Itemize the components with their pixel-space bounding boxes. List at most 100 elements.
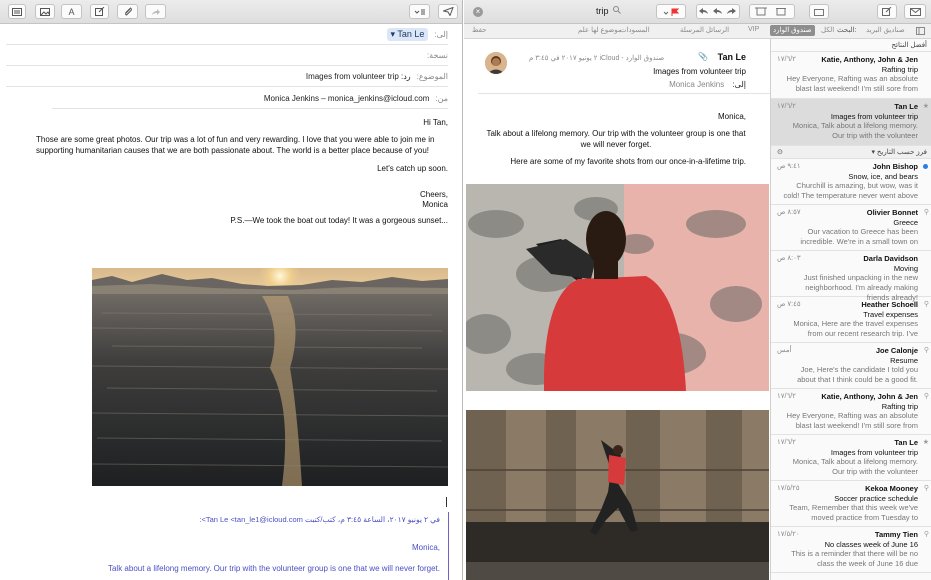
fav-sent[interactable]: الرسائل المرسلة <box>680 26 729 34</box>
message-list: أفضل النتائج Katie, Anthony, John & Jen ١٧… <box>770 39 931 580</box>
header-fields-button[interactable] <box>409 4 430 19</box>
sender-avatar <box>485 52 507 74</box>
viewer-toolbar: × trip <box>464 0 931 24</box>
quote-greeting: Monica, <box>411 543 440 552</box>
message-subject: Images from volunteer trip <box>830 448 918 457</box>
sidebar-icon[interactable] <box>916 27 925 35</box>
message-subject: Soccer practice schedule <box>834 494 918 503</box>
header-fields-menu-icon <box>414 9 425 14</box>
search-text: trip <box>596 6 609 16</box>
archive-delete-group[interactable] <box>749 4 795 19</box>
search-field[interactable]: trip <box>596 6 621 16</box>
message-preview: Our vacation to Greece has been incredib… <box>800 227 918 246</box>
message-subject: Moving <box>893 264 918 273</box>
paperclip-icon: ⚲ <box>923 209 929 216</box>
top-hit-item[interactable]: Katie, Anthony, John & Jen ١٧/٦/٢ Rafting … <box>771 52 931 99</box>
photo-browser-button[interactable] <box>35 4 55 19</box>
paperclip-icon: ★ <box>922 103 929 110</box>
message-reader: Tan Le صندوق الوارد - iCloud ٢ يونيو ٢٠١… <box>464 39 770 580</box>
paper-plane-icon <box>442 7 454 16</box>
reader-to-row: إلى: Monica Jenkins <box>669 80 746 89</box>
photo-icon <box>40 7 50 16</box>
photo-dancer <box>466 410 769 580</box>
message-subject: Travel expenses <box>863 310 918 319</box>
body-ps: P.S.—We took the boat out today! It was … <box>230 216 448 225</box>
cc-row[interactable]: نسخة: <box>6 45 448 66</box>
recipient-name: Tan Le <box>397 28 425 39</box>
cc-label: نسخة: <box>426 50 448 60</box>
fav-mailboxes[interactable]: صناديق البريد <box>866 26 905 34</box>
send-button[interactable] <box>438 4 458 19</box>
from-field[interactable]: Monica Jenkins – monica_jenkins@icloud.c… <box>264 94 430 103</box>
clear-search-icon[interactable]: × <box>473 7 483 17</box>
show-sidebar-button[interactable] <box>8 4 26 19</box>
list-item[interactable]: ⚲ Olivier Bonnet ٨:٥٧ ص Greece Our vacation … <box>771 205 931 251</box>
filter-icon[interactable]: ⊙ <box>777 146 783 159</box>
message-preview: This is a reminder that there will be no… <box>791 549 918 568</box>
attach-button[interactable] <box>117 4 138 19</box>
subject-field[interactable]: رد: Images from volunteer trip <box>306 72 411 81</box>
markup-icon <box>94 7 104 16</box>
message-preview: Joe, Here's the candidate I told you abo… <box>797 365 918 384</box>
reader-to-value: Monica Jenkins <box>669 80 725 89</box>
sunset-photo <box>92 268 448 486</box>
search-icon <box>613 6 621 14</box>
forward-button[interactable] <box>145 4 166 19</box>
message-date: ١٧/٦/٢ <box>777 56 796 63</box>
fav-flagged[interactable]: موضوع لها علم <box>578 26 622 34</box>
message-date: ٨:٠٣ ص <box>777 255 801 262</box>
top-hit-item[interactable]: ★ Tan Le ١٧/٦/٢ Images from volunteer trip M… <box>771 99 931 146</box>
subject-row[interactable]: الموضوع: رد: Images from volunteer trip <box>6 66 448 87</box>
reader-greeting: Monica, <box>717 112 746 121</box>
message-subject: No classes week of June 16 <box>824 540 918 549</box>
list-item[interactable]: ⚲ Joe Calonje أمس Resume Joe, Here's the can… <box>771 343 931 389</box>
message-sender: Katie, Anthony, John & Jen <box>821 55 918 64</box>
list-item[interactable]: Darla Davidson ٨:٠٣ ص Moving Just finished … <box>771 251 931 302</box>
format-button[interactable]: A <box>61 4 82 19</box>
message-date: ١٧/٦/٢ <box>777 103 796 110</box>
fav-vip[interactable]: VIP <box>748 26 759 33</box>
fav-drafts[interactable]: المسودات <box>620 26 650 34</box>
save-search-button[interactable]: حفظ <box>472 26 487 34</box>
list-item[interactable]: ⚲ Kekoa Mooney ١٧/٥/٢٥ Soccer practice sche… <box>771 481 931 527</box>
message-subject: Images from volunteer trip <box>830 112 918 121</box>
paperclip-icon <box>124 6 132 16</box>
junk-button[interactable] <box>809 4 829 19</box>
message-date: ٨:٥٧ ص <box>777 209 801 216</box>
list-item[interactable]: ★ Tan Le ١٧/٦/٢ Images from volunteer trip M… <box>771 435 931 481</box>
reader-to-label: إلى: <box>732 80 746 89</box>
format-label: A <box>68 6 75 17</box>
list-item[interactable]: ⚲ Tammy Tien ١٧/٥/٢٠ No classes week of Jun… <box>771 527 931 573</box>
message-date: ٩:٤١ ص <box>777 163 801 170</box>
compose-button[interactable] <box>877 4 897 19</box>
flag-icon <box>663 8 679 16</box>
message-preview: Hey Everyone, Rafting was an absolute bl… <box>786 411 918 430</box>
list-item[interactable]: John Bishop ٩:٤١ ص Snow, ice, and bears Chu… <box>771 159 931 205</box>
to-label: إلى: <box>434 29 448 39</box>
sort-header[interactable]: فرز حسب التاريخ ▾ ⊙ <box>771 146 931 159</box>
list-item[interactable]: ⚲ Katie, Anthony, John & Jen ١٧/٦/٢ Rafting… <box>771 389 931 435</box>
markup-button[interactable] <box>90 4 109 19</box>
paperclip-icon: ⚲ <box>923 347 929 354</box>
list-item[interactable]: ⚲ Heather Schoell ٧:٤٥ ص Travel expenses Mon… <box>771 297 931 343</box>
recipient-token[interactable]: ▾ Tan Le <box>386 27 429 41</box>
message-date: ٧:٤٥ ص <box>777 301 801 308</box>
from-label: من: <box>435 93 448 103</box>
message-sender: Darla Davidson <box>863 254 918 263</box>
compose-window: A إلى: ▾ Tan Le نسخة: الموضوع: رد: Image… <box>0 0 463 580</box>
message-sender: Katie, Anthony, John & Jen <box>821 392 918 401</box>
flag-button[interactable] <box>656 4 686 19</box>
fav-all[interactable]: الكل <box>821 26 834 34</box>
fav-inbox[interactable]: صندوق الوارد <box>770 25 815 36</box>
message-meta: صندوق الوارد - iCloud ٢ يونيو ٢٠١٧ في ٣:… <box>529 55 665 62</box>
body-signature: Monica <box>422 200 448 209</box>
reader-line2: Here are some of my favorite shots from … <box>510 157 746 166</box>
message-date: ١٧/٥/٢٥ <box>777 485 800 492</box>
message-sender: Tan Le <box>894 102 918 111</box>
get-mail-button[interactable] <box>904 4 926 19</box>
paperclip-icon: ⚲ <box>923 393 929 400</box>
reply-group[interactable] <box>696 4 740 19</box>
trash-icon <box>755 7 786 16</box>
quote-bar <box>448 512 449 580</box>
from-row[interactable]: من: Monica Jenkins – monica_jenkins@iclo… <box>52 88 448 109</box>
